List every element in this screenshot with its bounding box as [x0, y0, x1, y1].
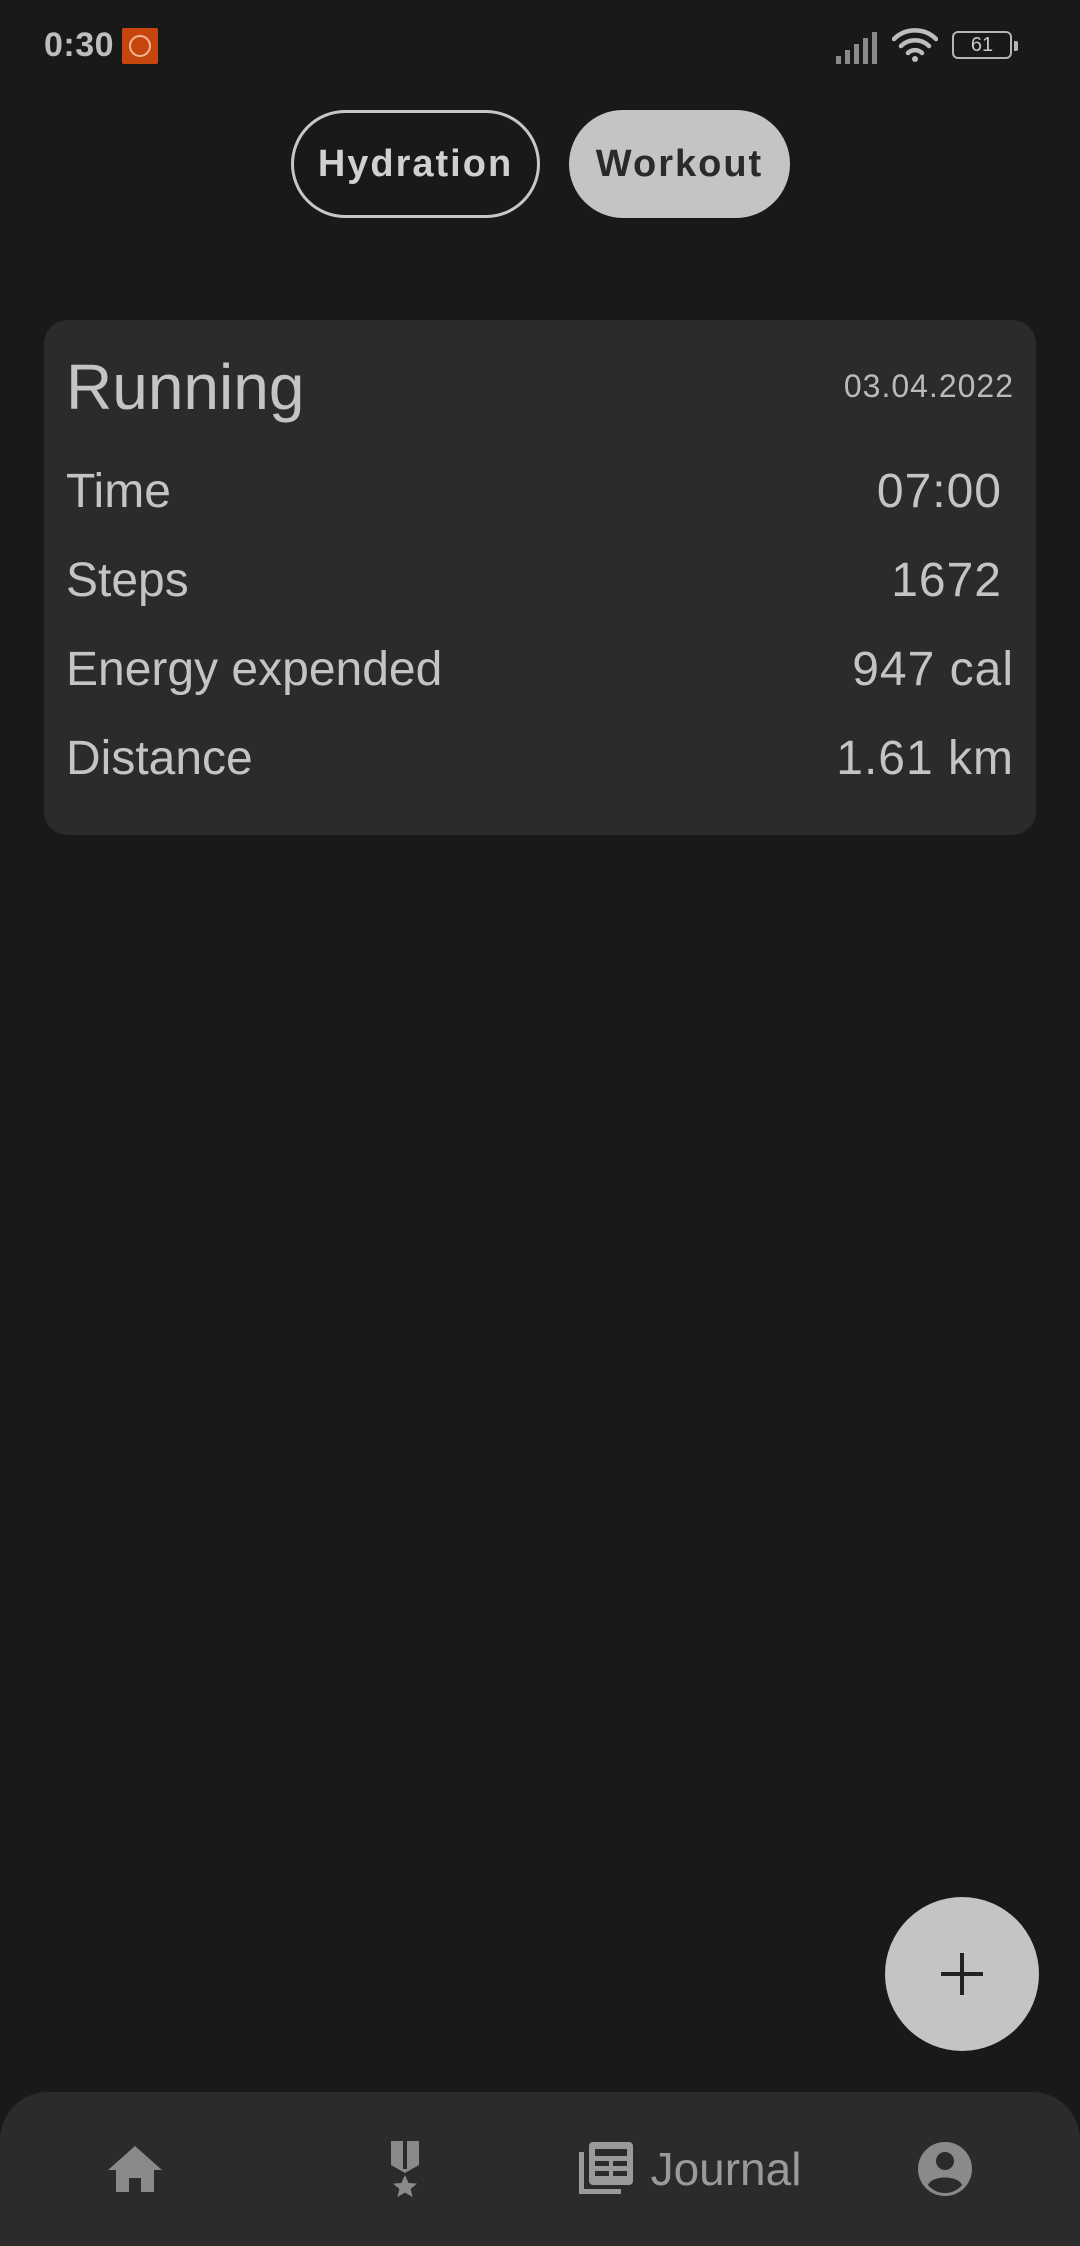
hydration-toggle-button[interactable]: Hydration — [291, 110, 540, 218]
journal-icon — [578, 2142, 633, 2194]
add-workout-button[interactable] — [885, 1897, 1039, 2051]
time-label: Time — [66, 465, 171, 518]
distance-label: Distance — [66, 732, 253, 785]
steps-label: Steps — [66, 554, 189, 607]
energy-value: 947 cal — [852, 643, 1014, 696]
workout-activity-title: Running — [66, 351, 305, 423]
status-bar: 0:30 61 — [0, 0, 1080, 96]
medal-icon — [391, 2141, 419, 2197]
battery-icon: 61 — [952, 31, 1018, 59]
steps-value: 1672 — [891, 554, 1002, 607]
nav-awards[interactable] — [365, 2092, 445, 2246]
status-time: 0:30 — [44, 26, 115, 64]
mi-app-notification-icon — [122, 28, 158, 64]
nav-journal-label: Journal — [650, 2143, 802, 2195]
bottom-navigation: Journal — [0, 2092, 1080, 2246]
workout-toggle-button[interactable]: Workout — [569, 110, 790, 218]
battery-level: 61 — [970, 34, 994, 56]
plus-icon — [941, 1953, 983, 1995]
cell-signal-icon — [836, 32, 877, 64]
energy-label: Energy expended — [66, 643, 443, 696]
workout-card[interactable]: Running 03.04.2022 Time 07:00 Steps 1672… — [44, 320, 1036, 835]
time-value: 07:00 — [876, 465, 1002, 518]
nav-journal[interactable]: Journal — [568, 2092, 808, 2246]
nav-profile[interactable] — [905, 2092, 985, 2246]
home-icon — [108, 2146, 162, 2192]
distance-value: 1.61 km — [836, 732, 1014, 785]
wifi-icon — [892, 28, 938, 62]
nav-home[interactable] — [95, 2092, 175, 2246]
account-circle-icon — [918, 2142, 972, 2196]
workout-date: 03.04.2022 — [843, 368, 1014, 404]
